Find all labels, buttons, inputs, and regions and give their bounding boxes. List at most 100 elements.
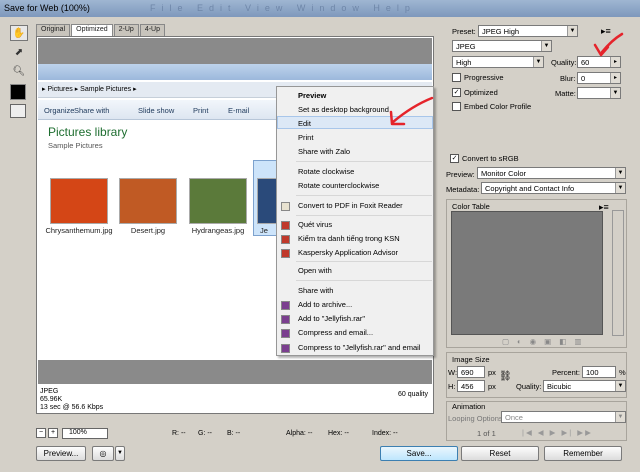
- info-format: JPEG: [40, 388, 59, 395]
- command-email: E-mail: [228, 106, 250, 115]
- color-table-title: Color Table: [452, 202, 490, 211]
- chevron-down-icon: ▼: [533, 57, 543, 67]
- context-menu-item[interactable]: Kiểm tra danh tiếng trong KSN: [298, 234, 400, 243]
- optimized-label: Optimized: [464, 88, 498, 97]
- thumbnail-chrysanthemum: [50, 178, 108, 224]
- eyedropper-color-swatch[interactable]: [10, 84, 26, 100]
- preview-label: Preview:: [446, 170, 475, 179]
- toggle-slices-icon[interactable]: [10, 104, 26, 118]
- window-titlebar: Save for Web (100%) File Edit View Windo…: [0, 0, 640, 17]
- preview-button[interactable]: Preview...: [36, 446, 86, 461]
- format-select[interactable]: JPEG ▼: [452, 40, 552, 52]
- slice-select-tool-icon[interactable]: ⬈: [10, 44, 28, 60]
- color-table-area: [451, 211, 603, 335]
- context-menu-item[interactable]: Set as desktop background: [298, 105, 389, 114]
- status-b: B: --: [227, 430, 241, 437]
- menu-item-icon: [281, 315, 290, 324]
- menu-item-icon: [281, 344, 290, 353]
- thumbnail-caption: Desert.jpg: [130, 226, 166, 235]
- percent-input[interactable]: 100: [582, 366, 616, 378]
- embed-profile-label: Embed Color Profile: [464, 102, 532, 111]
- color-table-tool-icons[interactable]: ▢◐◉▣◧▥: [502, 337, 589, 346]
- arrowhead-quality: [593, 43, 610, 57]
- compression-select[interactable]: High ▼: [452, 56, 544, 68]
- context-menu-item[interactable]: Rotate clockwise: [298, 167, 354, 176]
- convert-srgb-checkbox[interactable]: ✓: [450, 154, 459, 163]
- context-menu-item[interactable]: Print: [298, 133, 313, 142]
- animation-controls-icons[interactable]: |◀ ◀ ▶ ▶| ▶▶: [522, 428, 593, 437]
- looping-select[interactable]: Once ▼: [501, 411, 626, 423]
- looping-label: Looping Options:: [448, 414, 505, 423]
- quality-label: Quality:: [551, 58, 577, 67]
- breadcrumb-item-sample-pictures: Sample Pictures: [80, 86, 132, 93]
- menu-item-icon: [281, 221, 290, 230]
- blur-input[interactable]: 0 ▸: [577, 72, 621, 84]
- hand-tool-icon[interactable]: ✋: [10, 25, 28, 41]
- context-menu-item[interactable]: Compress and email...: [298, 328, 373, 337]
- status-index: Index: --: [372, 430, 398, 437]
- metadata-label: Metadata:: [446, 185, 480, 194]
- save-button[interactable]: Save...: [380, 446, 458, 461]
- height-label: H:: [448, 382, 456, 391]
- status-g: G: --: [198, 430, 212, 437]
- menu-item-icon: [281, 301, 290, 310]
- context-menu-item[interactable]: Kaspersky Application Advisor: [298, 248, 398, 257]
- window-title: Save for Web (100%): [4, 3, 90, 13]
- chevron-down-icon: ▼: [615, 412, 625, 422]
- context-menu-item[interactable]: Share with Zalo: [298, 147, 350, 156]
- context-menu-item[interactable]: Add to archive...: [298, 300, 352, 309]
- chevron-right-icon: ▸: [610, 73, 620, 83]
- width-label: W:: [448, 368, 458, 377]
- context-menu-item[interactable]: Open with: [298, 266, 332, 275]
- tab-original[interactable]: Original: [36, 24, 71, 36]
- thumbnail-jellyfish: [257, 178, 277, 224]
- zoom-select[interactable]: 100%: [62, 428, 108, 439]
- context-menu-item[interactable]: Rotate counterclockwise: [298, 181, 379, 190]
- menu-separator: [296, 195, 432, 196]
- width-input[interactable]: 690: [457, 366, 485, 378]
- image-size-title: Image Size: [452, 355, 490, 364]
- remember-button[interactable]: Remember: [544, 446, 622, 461]
- chevron-down-icon: ▼: [615, 168, 625, 178]
- zoom-tool-icon[interactable]: 🔍︎: [10, 63, 28, 79]
- link-icon[interactable]: ⛓: [499, 371, 512, 382]
- context-menu-item[interactable]: Compress to "Jellyfish.rar" and email: [298, 343, 420, 352]
- view-tabs: Original Optimized 2-Up 4-Up: [36, 24, 166, 36]
- thumbnail-caption: Hydrangeas.jpg: [191, 226, 245, 235]
- quality-input[interactable]: 60 ▸: [577, 56, 621, 68]
- info-size: 65.96K: [40, 396, 63, 403]
- resample-select[interactable]: Bicubic ▼: [543, 380, 626, 392]
- context-menu-item[interactable]: Preview: [298, 91, 326, 100]
- preview-color-select[interactable]: Monitor Color ▼: [477, 167, 626, 179]
- tab-optimized[interactable]: Optimized: [71, 24, 113, 36]
- percent-label: Percent:: [552, 368, 580, 377]
- context-menu-item[interactable]: Add to "Jellyfish.rar": [298, 314, 365, 323]
- thumbnail-hydrangeas: [189, 178, 247, 224]
- context-menu-item[interactable]: Edit: [298, 119, 311, 128]
- command-organize: Organize: [44, 106, 75, 115]
- chevron-down-icon: ▼: [541, 41, 551, 51]
- progressive-checkbox[interactable]: [452, 73, 461, 82]
- resample-label: Quality:: [516, 382, 542, 391]
- embed-profile-checkbox[interactable]: [452, 102, 461, 111]
- context-menu-item[interactable]: Convert to PDF in Foxit Reader: [298, 201, 403, 210]
- command-share-with: Share with: [74, 106, 110, 115]
- zoom-out-button[interactable]: −: [36, 428, 46, 438]
- preset-select[interactable]: JPEG High ▼: [478, 25, 578, 37]
- tab-2-up[interactable]: 2-Up: [113, 24, 139, 36]
- panel-menu-icon[interactable]: ▸≡: [601, 26, 611, 37]
- tab-4-up[interactable]: 4-Up: [139, 24, 166, 36]
- optimized-checkbox[interactable]: ✓: [452, 88, 461, 97]
- matte-select[interactable]: ▼: [577, 87, 621, 99]
- zoom-in-button[interactable]: +: [48, 428, 58, 438]
- menu-separator: [296, 261, 432, 262]
- context-menu-item[interactable]: Share with: [298, 286, 333, 295]
- color-table-scrollbar[interactable]: [612, 210, 624, 336]
- context-menu-item[interactable]: Quét virus: [298, 220, 332, 229]
- height-input[interactable]: 456: [457, 380, 485, 392]
- status-bar: − + 100% R: -- G: -- B: -- Alpha: -- Hex…: [36, 428, 440, 440]
- reset-button[interactable]: Reset: [461, 446, 539, 461]
- browser-dropdown-icon[interactable]: ▼: [115, 446, 125, 461]
- browser-icon[interactable]: ◎: [92, 446, 114, 461]
- metadata-select[interactable]: Copyright and Contact Info ▼: [481, 182, 626, 194]
